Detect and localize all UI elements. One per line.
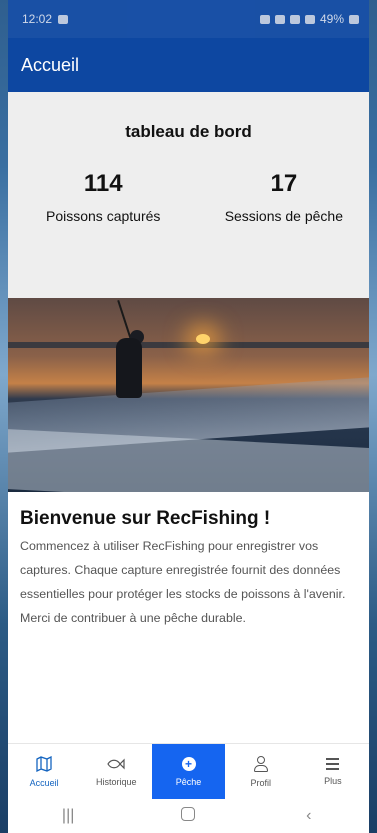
- stat-value: 114: [83, 170, 123, 197]
- notification-icon: [58, 14, 69, 24]
- welcome-title: Bienvenue sur RecFishing !: [20, 508, 271, 529]
- stat-fishing-sessions: 17 Sessions de pêche: [225, 170, 343, 224]
- status-time: 12:02: [22, 12, 53, 26]
- home-icon: [181, 806, 196, 821]
- back-button[interactable]: ‹: [249, 807, 369, 825]
- stat-label: Poissons capturés: [46, 208, 161, 224]
- nav-profil[interactable]: Profil: [225, 744, 297, 799]
- phone-screen: 12:02 49% Accueil tableau de bord 114 Po…: [8, 0, 369, 833]
- status-bar: 12:02 49%: [8, 0, 369, 38]
- mute-icon: [274, 14, 285, 24]
- battery-icon: [349, 14, 359, 24]
- nav-label: Profil: [250, 777, 271, 788]
- nav-label: Accueil: [29, 777, 59, 788]
- nav-label: Plus: [324, 775, 342, 786]
- fish-icon: [107, 758, 125, 769]
- map-icon: [36, 755, 52, 772]
- nav-label: Historique: [96, 776, 137, 787]
- alarm-icon: [259, 14, 270, 24]
- dashboard-card: tableau de bord 114 Poissons capturés 17…: [8, 92, 369, 298]
- app-bar: Accueil: [8, 38, 369, 92]
- person-icon: [253, 755, 268, 772]
- stat-value: 17: [270, 170, 298, 197]
- home-button[interactable]: [128, 806, 248, 826]
- page-title: Accueil: [21, 54, 80, 75]
- add-circle-icon: +: [181, 756, 196, 771]
- stat-label: Sessions de pêche: [224, 208, 343, 224]
- menu-icon: [326, 757, 340, 770]
- bottom-navigation: Accueil Historique + Pêche Profil Plus: [8, 743, 369, 799]
- wifi-icon: [289, 14, 300, 24]
- nav-peche[interactable]: + Pêche: [152, 744, 225, 799]
- hero-image-fisherman-sunset: [8, 298, 369, 492]
- stats-row: 114 Poissons capturés 17 Sessions de pêc…: [8, 170, 369, 224]
- welcome-text: Commencez à utiliser RecFishing pour enr…: [20, 539, 346, 625]
- dashboard-title: tableau de bord: [125, 122, 252, 141]
- battery-level: 49%: [319, 12, 344, 26]
- recents-button[interactable]: |||: [8, 807, 128, 825]
- nav-plus[interactable]: Plus: [297, 744, 369, 799]
- stat-fish-caught: 114 Poissons capturés: [46, 170, 160, 224]
- nav-historique[interactable]: Historique: [80, 744, 152, 799]
- nav-accueil[interactable]: Accueil: [8, 744, 80, 799]
- system-navigation-bar: ||| ‹: [8, 799, 369, 833]
- nav-label: Pêche: [175, 776, 202, 787]
- signal-icon: [304, 14, 315, 24]
- welcome-section: Bienvenue sur RecFishing ! Commencez à u…: [8, 492, 369, 630]
